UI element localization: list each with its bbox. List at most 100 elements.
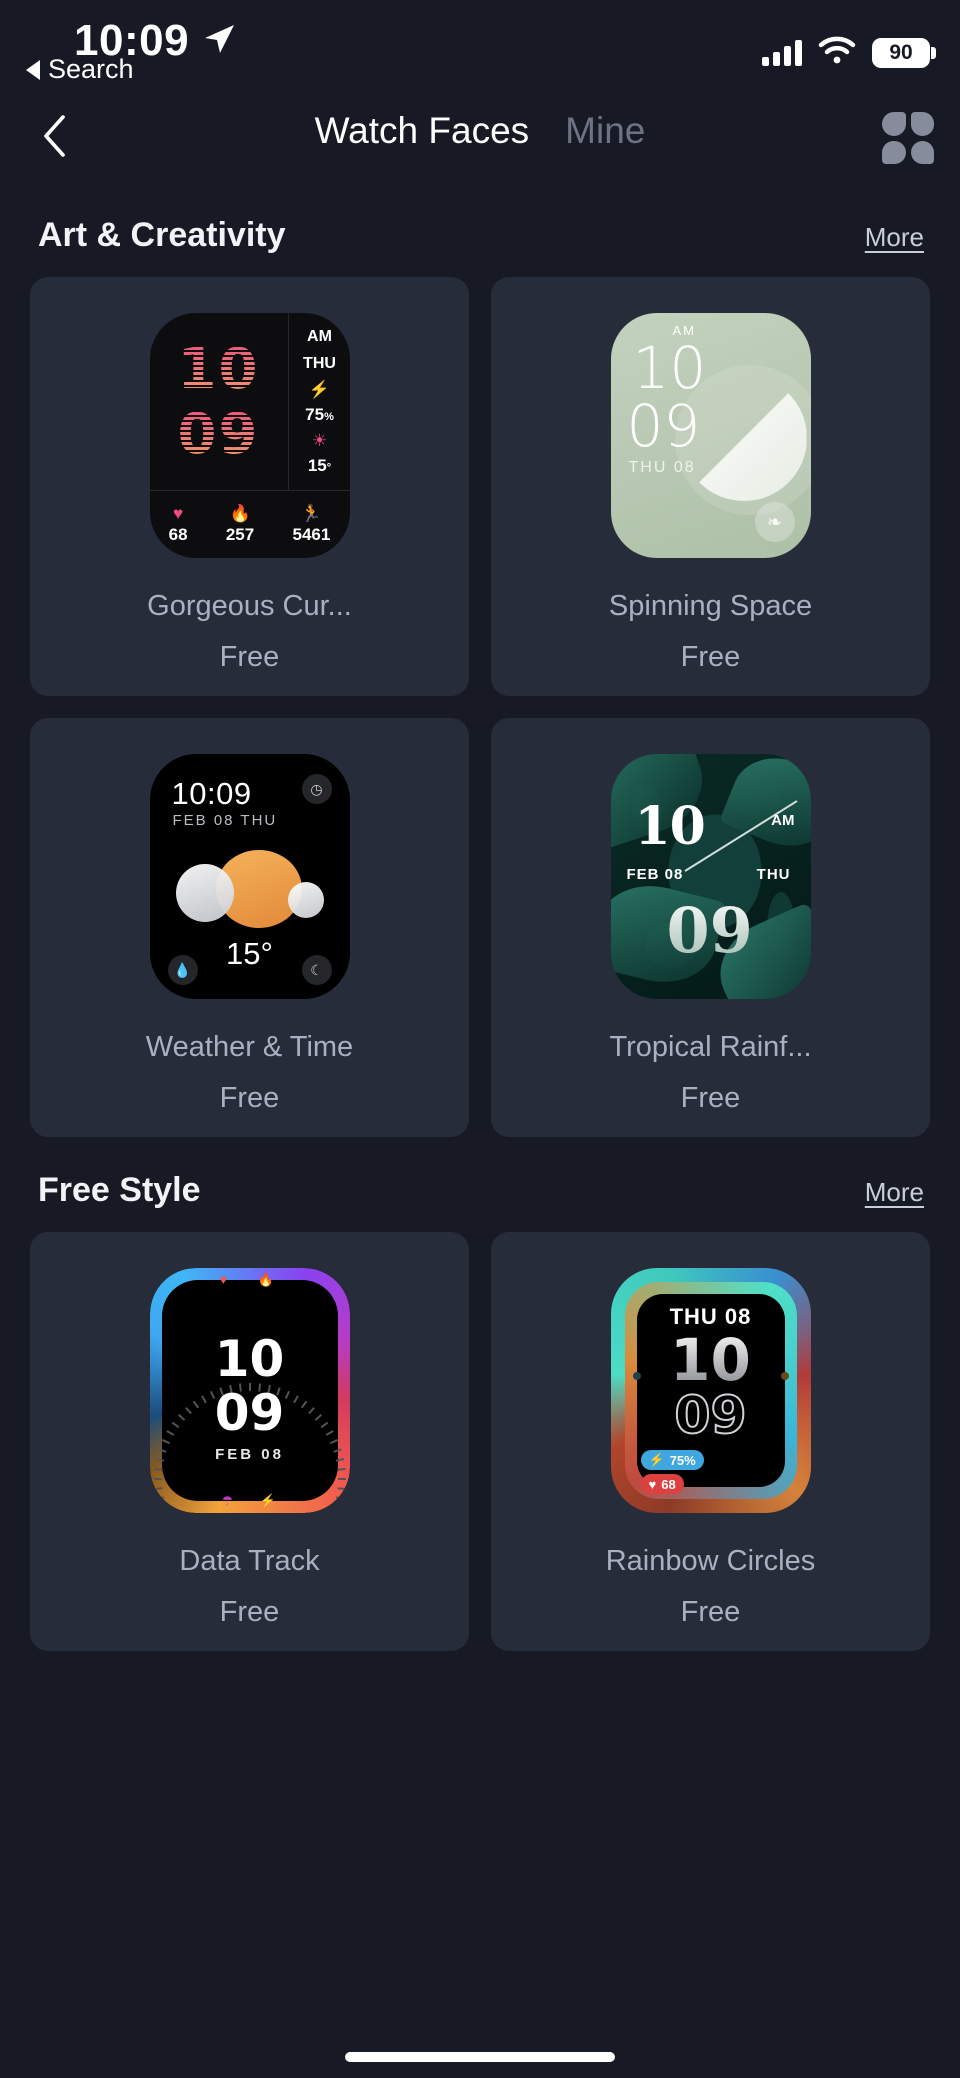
cellular-signal-icon xyxy=(762,39,802,66)
watch-face-grid-art-creativity: 10 09 AM THU ⚡ 75% ☀ 15° ♥ 68 🔥 257 🏃 54… xyxy=(0,277,960,1137)
preview-date: FEB 08 xyxy=(215,1446,284,1463)
cloud-graphic xyxy=(175,864,234,922)
watch-face-card[interactable]: 10 09 AM THU ⚡ 75% ☀ 15° ♥ 68 🔥 257 🏃 54… xyxy=(30,277,469,696)
preview-hour: 10 xyxy=(214,1330,285,1388)
back-to-search-label: Search xyxy=(48,54,134,84)
tick-mark xyxy=(157,1504,167,1510)
runner-icon: 🏃 xyxy=(300,503,322,523)
preview-hour: 10 xyxy=(632,334,707,402)
preview-minute: 09 xyxy=(214,1384,285,1442)
preview-minute: 09 xyxy=(666,894,753,967)
watch-face-price: Free xyxy=(219,641,280,673)
preview-weekday: THU xyxy=(756,866,791,883)
battery-indicator: 90 xyxy=(872,37,936,68)
humidity-drop-icon: 💧 xyxy=(167,955,198,985)
preview-minute: 09 xyxy=(673,1385,747,1447)
back-to-search-button[interactable]: Search xyxy=(26,54,134,85)
watch-face-card[interactable]: 10 09 FEB 08 ♥ 🔥 ☂ ⚡ Data Track Free xyxy=(30,1232,469,1651)
preview-hour: 10 xyxy=(634,796,706,857)
app-screen: 10:09 90 Search Watch Faces Mine Art & C… xyxy=(0,0,960,2078)
preview-minute: 09 xyxy=(626,392,701,460)
tick-mark xyxy=(332,1504,342,1510)
battery-level-label: 90 xyxy=(889,41,913,64)
section-header-free-style: Free Style More xyxy=(0,1137,960,1232)
tab-mine[interactable]: Mine xyxy=(565,110,645,152)
cloud-graphic xyxy=(287,882,324,918)
watch-face-preview-rainbow-circles: THU 08 10 09 ⚡ 75% ♥ 68 xyxy=(610,1268,811,1513)
battery-pill-value: 75% xyxy=(669,1452,696,1468)
nav-bar: Watch Faces Mine xyxy=(0,96,960,182)
watch-face-preview-weather-time: 10:09 FEB 08 THU ◷ 15° 💧 ☾ xyxy=(149,754,350,999)
watch-face-name: Weather & Time xyxy=(145,1031,354,1063)
battery-pill: ⚡ 75% xyxy=(640,1450,704,1470)
preview-battery-unit: % xyxy=(324,411,334,423)
section-more-link[interactable]: More xyxy=(865,222,924,253)
preview-minute: 09 xyxy=(177,401,260,467)
preview-stat-value: 5461 xyxy=(292,524,331,544)
status-bar: 10:09 90 Search xyxy=(0,0,960,96)
preview-weekday: THU xyxy=(303,355,336,372)
tick-mark xyxy=(153,1477,162,1480)
watch-face-preview-tropical-rainforest: 10 AM FEB 08 THU 09 xyxy=(610,754,811,999)
preview-date: FEB 08 THU xyxy=(172,812,278,829)
watch-face-card[interactable]: 10 AM FEB 08 THU 09 Tropical Rainf... Fr… xyxy=(491,718,930,1137)
watch-face-name: Spinning Space xyxy=(608,590,813,622)
preview-ampm: AM xyxy=(307,328,332,345)
moon-icon: ☾ xyxy=(301,955,332,985)
preview-time: 10:09 xyxy=(171,776,252,811)
section-title: Art & Creativity xyxy=(38,216,286,254)
triangle-left-icon xyxy=(26,59,40,80)
preview-stat: ♥ 68 xyxy=(169,505,188,545)
heart-pill-value: 68 xyxy=(661,1476,676,1492)
tick-mark xyxy=(337,1477,346,1480)
tab-watch-faces[interactable]: Watch Faces xyxy=(315,110,530,152)
grid-four-squares-icon[interactable] xyxy=(882,112,934,164)
watch-face-price: Free xyxy=(219,1596,280,1628)
bolt-icon: ⚡ xyxy=(308,380,331,399)
watch-face-card[interactable]: 10:09 FEB 08 THU ◷ 15° 💧 ☾ Weather & Tim… xyxy=(30,718,469,1137)
preview-time-panel: 10 09 xyxy=(149,313,289,490)
watch-face-name: Data Track xyxy=(179,1545,320,1577)
preview-temperature: 15 xyxy=(307,456,327,475)
watch-face-preview-spinning-space: AM 10 09 THU 08 ❧ xyxy=(610,313,811,558)
watch-face-preview-gorgeous-curves: 10 09 AM THU ⚡ 75% ☀ 15° ♥ 68 🔥 257 🏃 54… xyxy=(149,313,350,558)
preview-stat: 🔥 257 xyxy=(226,505,254,545)
watch-face-price: Free xyxy=(680,1082,741,1114)
watch-face-price: Free xyxy=(680,1596,741,1628)
location-arrow-icon xyxy=(202,22,236,56)
nav-tabs: Watch Faces Mine xyxy=(0,110,960,152)
preview-stats-row: ♥ 68 🔥 257 🏃 5461 xyxy=(149,490,350,558)
tick-mark xyxy=(336,1467,346,1471)
preview-ampm: AM xyxy=(771,812,795,829)
watch-face-name: Tropical Rainf... xyxy=(609,1031,812,1063)
preview-temperature-unit: ° xyxy=(326,462,332,474)
preview-month-day: FEB 08 xyxy=(626,866,684,883)
umbrella-icon: ☂ xyxy=(221,1493,234,1508)
heart-icon: ♥ xyxy=(648,1476,657,1492)
watch-face-name: Rainbow Circles xyxy=(605,1545,816,1577)
section-more-link[interactable]: More xyxy=(865,1177,924,1208)
preview-hour: 10 xyxy=(611,1326,811,1394)
section-header-art-creativity: Art & Creativity More xyxy=(0,182,960,277)
watch-face-price: Free xyxy=(219,1082,280,1114)
home-indicator[interactable] xyxy=(345,2052,615,2062)
preview-battery: 75 xyxy=(305,405,325,424)
tick-mark xyxy=(153,1486,163,1490)
tick-mark xyxy=(336,1486,346,1490)
bolt-icon: ⚡ xyxy=(259,1493,276,1508)
leaf-icon: ❧ xyxy=(754,502,795,542)
preview-date: THU 08 xyxy=(628,459,696,476)
preview-side-panel: AM THU ⚡ 75% ☀ 15° xyxy=(290,313,350,490)
sun-icon: ☀ xyxy=(311,431,328,450)
stopwatch-icon: ◷ xyxy=(301,774,332,804)
watch-face-card[interactable]: AM 10 09 THU 08 ❧ Spinning Space Free xyxy=(491,277,930,696)
watch-face-grid-free-style: 10 09 FEB 08 ♥ 🔥 ☂ ⚡ Data Track Free THU… xyxy=(0,1232,960,1651)
preview-stat: 🏃 5461 xyxy=(293,505,331,545)
flame-icon: 🔥 xyxy=(257,1272,274,1287)
watch-face-card[interactable]: THU 08 10 09 ⚡ 75% ♥ 68 Rainbow Circles … xyxy=(491,1232,930,1651)
heart-rate-pill: ♥ 68 xyxy=(640,1474,684,1494)
tick-mark xyxy=(153,1467,163,1471)
leaf-graphic xyxy=(718,754,811,861)
wifi-icon xyxy=(818,36,856,69)
status-bar-indicators: 90 xyxy=(762,36,936,69)
